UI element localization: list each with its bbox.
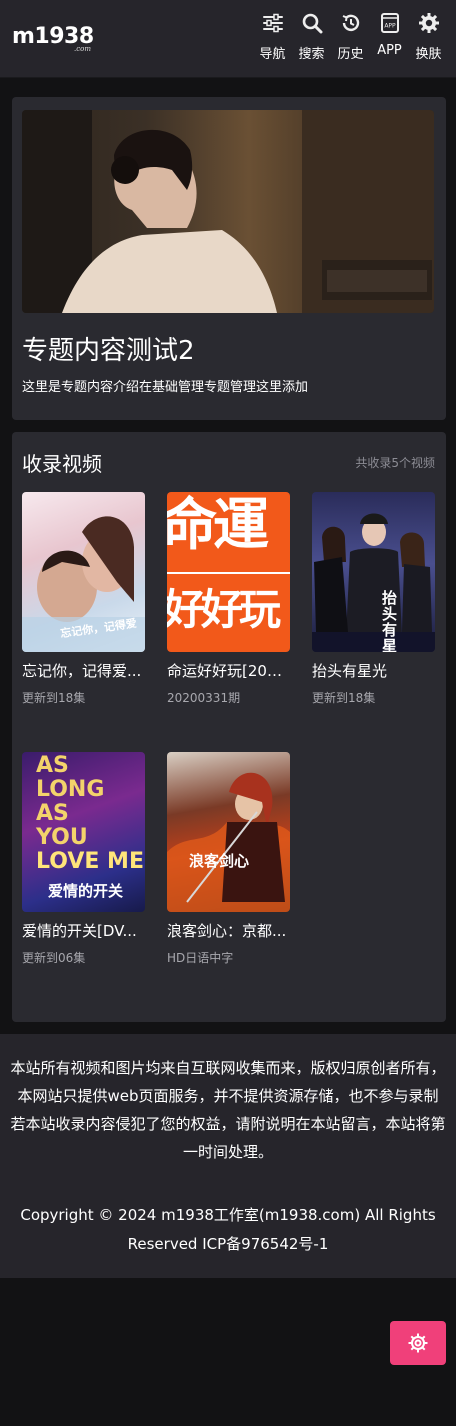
poster-divider <box>167 572 290 574</box>
poster-title-text: 命運 <box>167 493 269 558</box>
footer-infringement-notice: 若本站收录内容侵犯了您的权益，请附说明在本站留言，本站将第一时间处理。 <box>10 1115 446 1161</box>
poster-art <box>167 772 290 912</box>
top-header: m1938 .com 导航 搜索 历史 APP APP 换肤 <box>0 0 456 78</box>
video-title[interactable]: 爱情的开关[DV... <box>22 920 145 941</box>
nav-menu-button[interactable]: 导航 <box>253 12 292 68</box>
search-icon <box>302 13 322 34</box>
topic-title: 专题内容测试2 <box>22 336 195 366</box>
sliders-icon <box>262 13 283 33</box>
poster-subtitle-text: 好好玩 <box>167 585 281 634</box>
gear-icon <box>408 1333 428 1353</box>
video-poster[interactable]: 抬头有星光 <box>312 492 435 652</box>
nav-history-label: 历史 <box>337 47 364 62</box>
video-poster[interactable]: 浪客剑心 <box>167 752 290 912</box>
floating-settings-button[interactable] <box>390 1321 446 1365</box>
nav-history-button[interactable]: 历史 <box>331 12 370 68</box>
history-icon <box>342 14 359 32</box>
video-item[interactable]: 命運 好好玩 命运好好玩[202... 20200331期 <box>167 492 290 706</box>
footer-notice: 本站所有视频和图片均来自互联网收集而来，版权归原创者所有，本网站只提供web页面… <box>10 1054 446 1166</box>
included-videos-card: 收录视频 共收录5个视频 忘记你，记得爱 忘记你，记得爱... 更新到18集 命… <box>12 432 446 1022</box>
video-title[interactable]: 浪客剑心：京都... <box>167 920 290 941</box>
poster-title-text: 爱情的开关 <box>48 882 124 900</box>
nav-search-button[interactable]: 搜索 <box>292 12 331 68</box>
video-status: 更新到18集 <box>312 691 376 705</box>
topic-description: 这里是专题内容介绍在基础管理专题管理这里添加 <box>22 380 309 395</box>
poster-art <box>312 513 435 652</box>
video-status: 更新到06集 <box>22 951 86 965</box>
site-logo[interactable]: m1938 .com <box>12 24 102 58</box>
nav-search-label: 搜索 <box>298 47 325 62</box>
video-count: 共收录5个视频 <box>355 456 435 470</box>
footer-copyright: Copyright © 2024 m1938工作室(m1938.com) All… <box>20 1206 436 1253</box>
video-status: 更新到18集 <box>22 691 86 705</box>
topic-hero-image <box>22 110 434 313</box>
video-poster[interactable]: 忘记你，记得爱 <box>22 492 145 652</box>
video-item[interactable]: 抬头有星光 抬头有星光 更新到18集 <box>312 492 435 706</box>
poster-title-text: 浪客剑心 <box>189 852 250 870</box>
nav-menu-label: 导航 <box>259 47 286 62</box>
video-item[interactable]: 忘记你，记得爱 忘记你，记得爱... 更新到18集 <box>22 492 145 706</box>
section-title: 收录视频 <box>22 452 102 476</box>
svg-text:APP: APP <box>384 23 396 30</box>
video-item[interactable]: AS LONG AS YOU LOVE ME 爱情的开关 爱情的开关[DV...… <box>22 752 145 966</box>
gear-icon <box>418 13 439 33</box>
video-title[interactable]: 忘记你，记得爱... <box>22 660 145 681</box>
nav-skin-label: 换肤 <box>415 47 442 62</box>
nav-app-button[interactable]: APP APP <box>370 12 409 68</box>
poster-title-text: 抬头有星光 <box>382 589 398 652</box>
hero-illustration <box>22 110 434 313</box>
topic-card: 专题内容测试2 这里是专题内容介绍在基础管理专题管理这里添加 <box>12 97 446 420</box>
video-item[interactable]: 浪客剑心 浪客剑心：京都... HD日语中字 <box>167 752 290 966</box>
poster-neon-text: AS LONG AS YOU LOVE ME <box>36 753 144 874</box>
footer-disclaimer: 本站所有视频和图片均来自互联网收集而来，版权归原创者所有，本网站只提供web页面… <box>10 1059 446 1105</box>
video-poster[interactable]: AS LONG AS YOU LOVE ME 爱情的开关 <box>22 752 145 912</box>
logo-sub-text: .com <box>74 45 91 53</box>
app-icon: APP <box>380 13 399 33</box>
video-status: HD日语中字 <box>167 951 234 965</box>
nav-skin-button[interactable]: 换肤 <box>409 12 448 68</box>
site-footer: 本站所有视频和图片均来自互联网收集而来，版权归原创者所有，本网站只提供web页面… <box>0 1034 456 1278</box>
video-poster[interactable]: 命運 好好玩 <box>167 492 290 652</box>
nav-app-label: APP <box>377 43 402 58</box>
top-nav: 导航 搜索 历史 APP APP 换肤 <box>253 12 448 68</box>
video-title[interactable]: 命运好好玩[202... <box>167 660 290 681</box>
video-title[interactable]: 抬头有星光 <box>312 660 435 681</box>
video-status: 20200331期 <box>167 691 241 705</box>
